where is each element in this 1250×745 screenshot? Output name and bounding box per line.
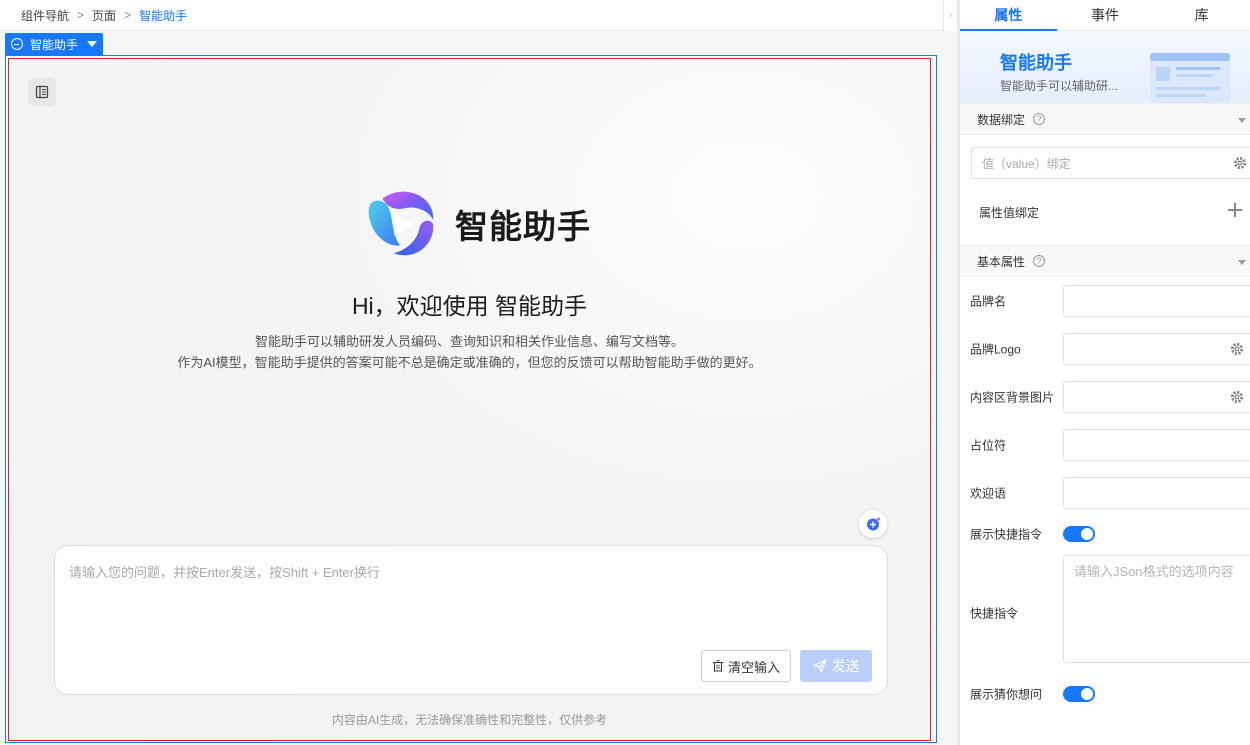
- clear-input-label: 清空输入: [727, 659, 780, 675]
- new-chat-button[interactable]: [859, 510, 887, 538]
- show-quick-cmd-toggle[interactable]: [1063, 526, 1095, 542]
- prop-brand-logo: 品牌Logo: [960, 325, 1250, 373]
- component-info-card: 智能助手 智能助手可以辅助研...: [960, 31, 1250, 103]
- prop-bg-image: 内容区背景图片: [960, 373, 1250, 421]
- breadcrumb-item-current: 智能助手: [139, 8, 188, 23]
- gear-icon[interactable]: [1233, 156, 1247, 170]
- brand-logo-input[interactable]: [1063, 333, 1250, 365]
- chat-icon: [11, 38, 23, 50]
- basic-props-section-header[interactable]: 基本属性 ?: [960, 245, 1250, 277]
- sidebar-icon: [35, 85, 49, 99]
- prop-placeholder-label: 占位符: [970, 438, 1007, 453]
- send-label: 发送: [831, 658, 860, 674]
- welcome-input[interactable]: [1063, 477, 1250, 509]
- caret-down-icon[interactable]: [87, 41, 98, 47]
- tab-library[interactable]: 库: [1153, 0, 1250, 30]
- attribute-value-binding-label: 属性值绑定: [979, 205, 1040, 220]
- trash-icon: [712, 660, 723, 672]
- breadcrumb: 组件导航 > 页面 > 智能助手: [0, 0, 943, 31]
- chat-input[interactable]: [69, 562, 869, 642]
- sidebar-toggle-button[interactable]: [28, 78, 56, 106]
- selected-component-tag[interactable]: 智能助手: [5, 33, 104, 55]
- send-icon: [812, 659, 827, 673]
- collapse-handle[interactable]: ›: [943, 0, 957, 31]
- chevron-right-icon: >: [77, 8, 85, 22]
- properties-panel: 属性 事件 库 智能助手 智能助手可以辅助研... 数据绑定 ? 值（value…: [957, 0, 1250, 745]
- data-binding-section-header[interactable]: 数据绑定 ?: [960, 103, 1250, 135]
- prop-quick-cmd: 快捷指令: [960, 551, 1250, 675]
- brand-name: 智能助手: [455, 208, 591, 245]
- brand: 智能助手: [361, 185, 591, 263]
- assistant-container: 智能助手 Hi，欢迎使用 智能助手 智能助手可以辅助研发人员编码、查询知识和相关…: [8, 58, 931, 741]
- panel-tabs: 属性 事件 库: [960, 0, 1250, 31]
- chat-add-icon: [867, 517, 880, 531]
- prop-show-guess: 展示猜你想问: [960, 675, 1250, 713]
- prop-show-quick-cmd: 展示快捷指令: [960, 517, 1250, 551]
- welcome-title: Hi，欢迎使用 智能助手: [351, 293, 588, 319]
- clear-input-button[interactable]: 清空输入: [701, 650, 791, 682]
- prop-placeholder: 占位符: [960, 421, 1250, 469]
- breadcrumb-item-nav[interactable]: 组件导航: [21, 7, 69, 24]
- gear-icon[interactable]: [1230, 390, 1244, 404]
- quick-cmd-textarea[interactable]: [1063, 555, 1250, 663]
- data-binding-title: 数据绑定: [977, 112, 1026, 127]
- tab-events[interactable]: 事件: [1057, 0, 1154, 30]
- prop-quick-cmd-label: 快捷指令: [970, 606, 1019, 621]
- caret-down-icon: [1238, 260, 1246, 265]
- gear-icon[interactable]: [1230, 342, 1244, 356]
- welcome-description: 智能助手可以辅助研发人员编码、查询知识和相关作业信息、编写文档等。 作为AI模型…: [9, 331, 930, 373]
- tab-properties[interactable]: 属性: [960, 0, 1057, 30]
- send-button[interactable]: 发送: [800, 650, 872, 682]
- breadcrumb-item-page[interactable]: 页面: [92, 7, 116, 24]
- value-binding-placeholder: 值（value）绑定: [982, 156, 1071, 171]
- ai-disclaimer: 内容由AI生成，无法确保准确性和完整性，仅供参考: [331, 713, 608, 727]
- prop-show-guess-label: 展示猜你想问: [970, 687, 1043, 702]
- prop-welcome: 欢迎语: [960, 469, 1250, 517]
- attribute-value-binding-row: 属性值绑定: [960, 179, 1250, 245]
- chat-input-box: 清空输入 发送: [54, 545, 888, 695]
- chevron-right-icon: >: [124, 8, 132, 22]
- prop-brand-logo-label: 品牌Logo: [970, 342, 1021, 357]
- plus-icon[interactable]: [1228, 203, 1242, 217]
- placeholder-input[interactable]: [1063, 429, 1250, 461]
- value-binding-field[interactable]: 值（value）绑定: [971, 147, 1250, 179]
- design-canvas: 智能助手 智能助手 Hi，欢迎使用 智能助手 智能助手可以辅助研发人员编码、查询…: [0, 31, 957, 745]
- component-subtitle: 智能助手可以辅助研...: [1000, 79, 1119, 93]
- prop-show-quick-cmd-label: 展示快捷指令: [970, 527, 1043, 542]
- basic-props-title: 基本属性: [977, 254, 1026, 269]
- help-icon[interactable]: ?: [1033, 255, 1046, 267]
- bg-image-input[interactable]: [1063, 381, 1250, 413]
- prop-welcome-label: 欢迎语: [970, 486, 1007, 501]
- description-line-1: 智能助手可以辅助研发人员编码、查询知识和相关作业信息、编写文档等。: [254, 334, 684, 349]
- prop-brand-name: 品牌名: [960, 277, 1250, 325]
- brand-name-input[interactable]: [1063, 285, 1250, 317]
- component-tag-label: 智能助手: [30, 37, 79, 52]
- component-title: 智能助手: [1000, 53, 1072, 73]
- caret-down-icon: [1238, 118, 1246, 123]
- help-icon[interactable]: ?: [1033, 113, 1046, 125]
- show-guess-toggle[interactable]: [1063, 686, 1095, 702]
- component-illustration-icon: [1150, 53, 1230, 103]
- prop-brand-name-label: 品牌名: [970, 294, 1007, 309]
- description-line-2: 作为AI模型，智能助手提供的答案可能不总是确定或准确的，但您的反馈可以帮助智能助…: [177, 355, 762, 370]
- prop-bg-image-label: 内容区背景图片: [970, 390, 1055, 405]
- brand-logo-icon: [368, 191, 434, 256]
